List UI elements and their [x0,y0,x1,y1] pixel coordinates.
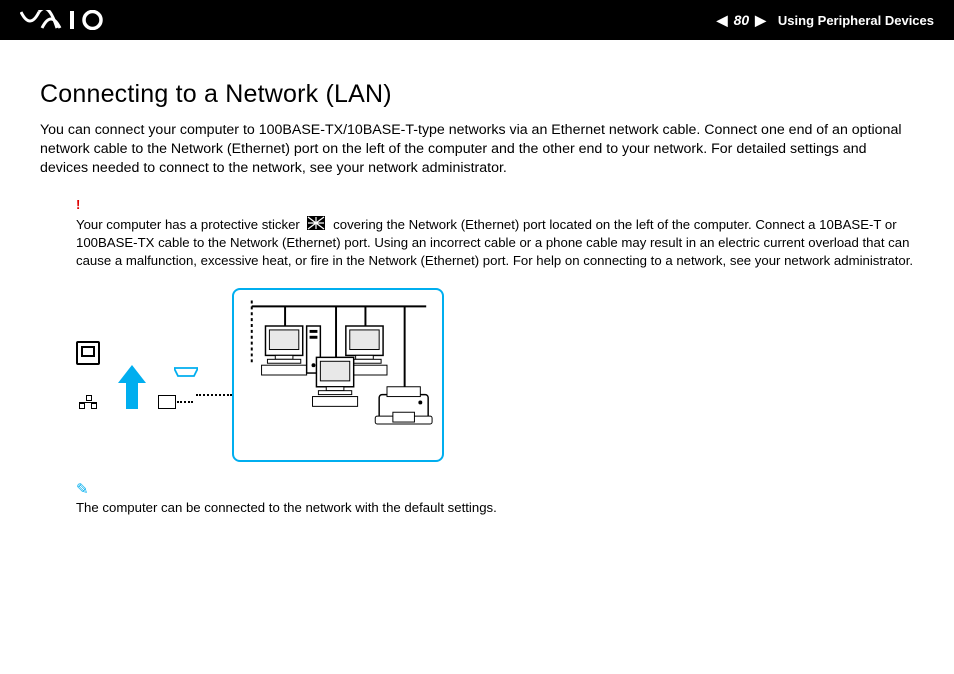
page-number: 80 [734,12,750,28]
lan-icon [79,395,97,409]
page-header: ◀ 80 ▶ Using Peripheral Devices [0,0,954,40]
warning-symbol: ! [76,197,914,212]
intro-paragraph: You can connect your computer to 100BASE… [40,121,914,179]
ethernet-port-icon [76,341,100,365]
network-diagram [232,288,444,462]
prev-page-arrow[interactable]: ◀ [717,12,728,29]
warning-block: ! Your computer has a protective sticker… [76,197,914,271]
note-icon: ✎ [76,480,914,498]
connector-top-icon [174,367,196,375]
note-text: The computer can be connected to the net… [76,500,914,515]
diagram-left-icons [76,341,196,409]
note-block: ✎ The computer can be connected to the n… [76,480,914,515]
diagram-row [76,288,914,462]
page-nav[interactable]: ◀ 80 ▶ [717,12,766,29]
page-title: Connecting to a Network (LAN) [40,80,914,109]
section-label[interactable]: Using Peripheral Devices [778,13,934,28]
up-arrow-icon [118,361,146,409]
header-right: ◀ 80 ▶ Using Peripheral Devices [717,12,934,29]
vaio-logo [20,10,110,30]
dotted-connector [196,394,232,396]
warning-text: Your computer has a protective sticker c… [76,216,914,271]
sticker-icon [307,216,325,235]
next-page-arrow[interactable]: ▶ [755,12,766,29]
cable-plug-icon [158,395,176,409]
warning-text-before: Your computer has a protective sticker [76,217,303,232]
page-content: Connecting to a Network (LAN) You can co… [0,40,954,515]
